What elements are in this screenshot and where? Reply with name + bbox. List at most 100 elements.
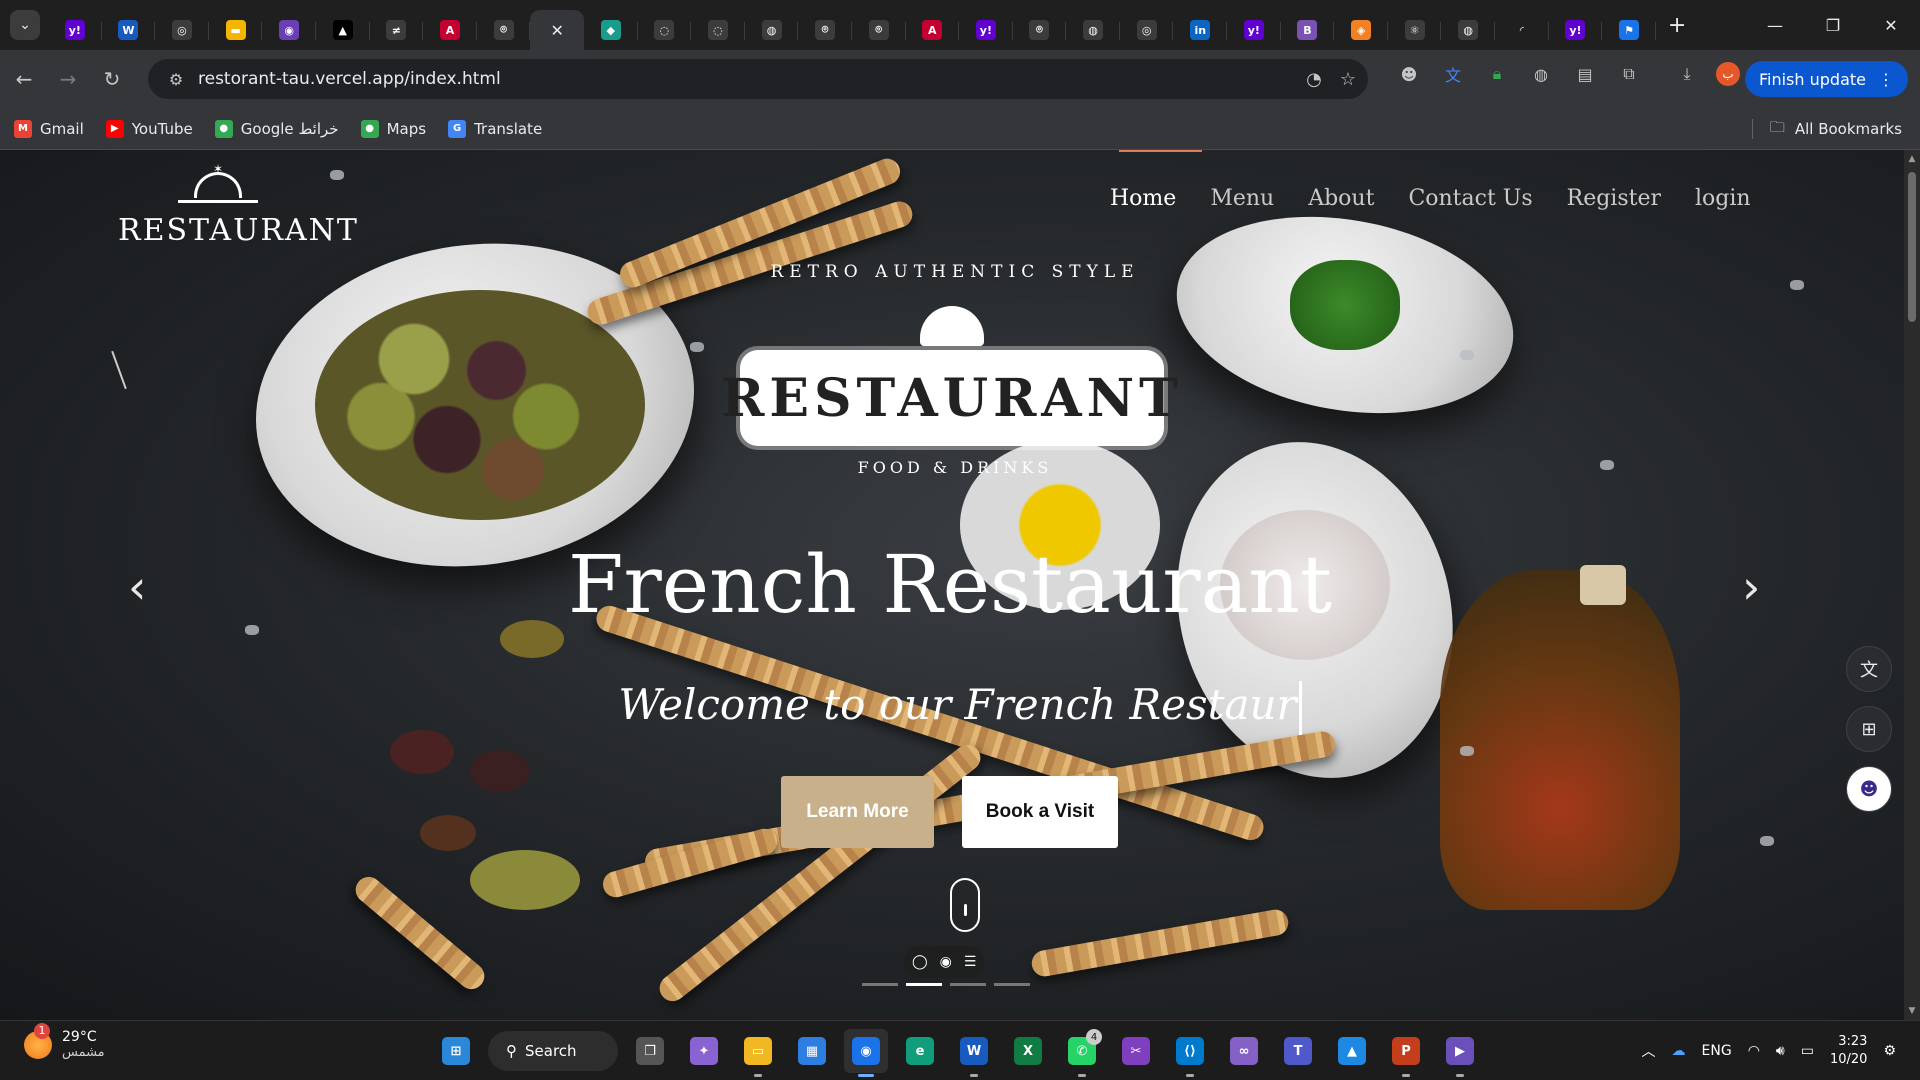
tab[interactable]: ⌾	[1013, 10, 1067, 50]
performance-icon[interactable]: ◔	[1306, 69, 1322, 90]
tab[interactable]: A	[423, 10, 477, 50]
teams-taskbar-button[interactable]: T	[1276, 1029, 1320, 1073]
apps-grid-button[interactable]: ⊞	[1846, 706, 1892, 752]
tab[interactable]: ◍	[745, 10, 799, 50]
globe-extension-icon[interactable]: ◍	[1526, 59, 1556, 89]
back-button[interactable]: ←	[4, 59, 44, 99]
tab[interactable]: y!	[1549, 10, 1603, 50]
learn-more-button[interactable]: Learn More	[781, 776, 934, 848]
battery-icon[interactable]: ▭	[1801, 1043, 1814, 1059]
scroll-thumb[interactable]	[1908, 172, 1916, 322]
settings-icon[interactable]: ⚙	[1883, 1043, 1896, 1059]
close-window-button[interactable]: ✕	[1862, 0, 1920, 50]
scroll-down-icon[interactable]: ▼	[1904, 1006, 1920, 1016]
bookmark-item[interactable]: ● Google خرائط	[214, 119, 339, 138]
excel-taskbar-button[interactable]: X	[1006, 1029, 1050, 1073]
tab[interactable]: ⌾	[852, 10, 906, 50]
bookmark-item[interactable]: M Gmail	[14, 119, 84, 138]
carousel-dot[interactable]	[950, 983, 986, 986]
bookmark-item[interactable]: G Translate	[448, 119, 542, 138]
nav-link-menu[interactable]: Menu	[1210, 186, 1274, 211]
taskbar-search[interactable]: ⚲ Search	[488, 1031, 618, 1071]
site-logo[interactable]: ✶ RESTAURANT	[118, 162, 357, 248]
weather-widget[interactable]: 1 29°C مشمس	[24, 1022, 105, 1060]
tab[interactable]: ⌾	[477, 10, 531, 50]
chevron-up-icon[interactable]: ︿	[1642, 1041, 1656, 1061]
word-taskbar-button[interactable]: W	[952, 1029, 996, 1077]
tab[interactable]: W	[102, 10, 156, 50]
onedrive-icon[interactable]: ☁	[1672, 1043, 1686, 1059]
tab[interactable]: ◈	[1334, 10, 1388, 50]
start-taskbar-button[interactable]: ⊞	[434, 1029, 478, 1073]
address-bar[interactable]: ⚙ restorant-tau.vercel.app/index.html ◔ …	[148, 59, 1368, 99]
carousel-dot[interactable]	[994, 983, 1030, 986]
tab[interactable]: ≠	[370, 10, 424, 50]
restore-button[interactable]: ❐	[1804, 0, 1862, 50]
tab[interactable]: ⌾	[798, 10, 852, 50]
nav-link-contact-us[interactable]: Contact Us	[1408, 186, 1532, 211]
tab-active[interactable]: ✕	[530, 10, 584, 50]
volume-icon[interactable]: 🔊︎	[1776, 1043, 1785, 1059]
tab[interactable]: ◌	[691, 10, 745, 50]
url-text[interactable]: restorant-tau.vercel.app/index.html	[198, 69, 501, 89]
nav-link-about[interactable]: About	[1308, 186, 1374, 211]
tab[interactable]: ◆	[584, 10, 638, 50]
all-bookmarks-button[interactable]: 🗀 All Bookmarks	[1751, 108, 1902, 150]
assistant-bot-button[interactable]: ☻	[1846, 766, 1892, 812]
tab[interactable]: ◎	[155, 10, 209, 50]
tab[interactable]: ◜	[1495, 10, 1549, 50]
bookmark-star-icon[interactable]: ☆	[1340, 69, 1356, 90]
store-taskbar-button[interactable]: ▦	[790, 1029, 834, 1073]
bookmark-item[interactable]: ● Maps	[360, 119, 426, 138]
tab[interactable]: ⚑	[1602, 10, 1656, 50]
scroll-up-icon[interactable]: ▲	[1904, 154, 1920, 164]
whatsapp-taskbar-button[interactable]: ✆ 4	[1060, 1029, 1104, 1077]
book-visit-button[interactable]: Book a Visit	[962, 776, 1118, 848]
clock[interactable]: 3:23 10/20	[1830, 1033, 1867, 1069]
minimize-button[interactable]: —	[1746, 0, 1804, 50]
page-scrollbar[interactable]: ▲ ▼	[1904, 150, 1920, 1020]
puzzle-icon[interactable]: ⧉	[1614, 59, 1644, 89]
site-info-icon[interactable]: ⚙	[158, 59, 194, 99]
finish-update-button[interactable]: Finish update ⋮	[1744, 61, 1908, 97]
nav-link-home[interactable]: Home	[1110, 186, 1176, 211]
forward-button[interactable]: →	[48, 59, 88, 99]
bot-extension-icon[interactable]: ☻	[1394, 59, 1424, 89]
tab-search-button[interactable]: ⌄	[10, 10, 40, 40]
carousel-dot[interactable]	[862, 983, 898, 986]
tab[interactable]: y!	[1227, 10, 1281, 50]
tab[interactable]: ▬	[209, 10, 263, 50]
carousel-dot[interactable]	[906, 983, 942, 986]
new-tab-button[interactable]: +	[1668, 13, 1686, 38]
tab[interactable]: A	[906, 10, 960, 50]
tab[interactable]: y!	[959, 10, 1013, 50]
chrome-taskbar-button[interactable]: ◉	[844, 1029, 888, 1077]
nav-link-login[interactable]: login	[1695, 186, 1751, 211]
translate-extension-icon[interactable]: 文	[1438, 59, 1468, 89]
nav-link-register[interactable]: Register	[1567, 186, 1661, 211]
powerpoint-taskbar-button[interactable]: P	[1384, 1029, 1428, 1077]
profile-avatar[interactable]: ب	[1716, 62, 1740, 86]
translate-page-button[interactable]: 文	[1846, 646, 1892, 692]
tab[interactable]: ◍	[1066, 10, 1120, 50]
tab[interactable]: ◍	[1441, 10, 1495, 50]
language-indicator[interactable]: ENG	[1702, 1043, 1732, 1059]
document-extension-icon[interactable]: ▤	[1570, 59, 1600, 89]
carousel-next-button[interactable]: ›	[1742, 560, 1760, 614]
close-icon[interactable]: ✕	[550, 21, 563, 40]
edge-taskbar-button[interactable]: e	[898, 1029, 942, 1073]
paint-taskbar-button[interactable]: ▲	[1330, 1029, 1374, 1073]
download-icon[interactable]: ⤓	[1672, 59, 1702, 89]
visual-studio-taskbar-button[interactable]: ∞	[1222, 1029, 1266, 1073]
tab[interactable]: ⚛	[1388, 10, 1442, 50]
scroll-down-indicator[interactable]	[950, 878, 980, 932]
tab[interactable]: ◌	[638, 10, 692, 50]
snipping-tool-taskbar-button[interactable]: ✂	[1114, 1029, 1158, 1073]
tab[interactable]: y!	[48, 10, 102, 50]
tab[interactable]: ◎	[1120, 10, 1174, 50]
wifi-icon[interactable]: ◠	[1748, 1043, 1760, 1059]
list-icon[interactable]: ☰	[964, 954, 977, 970]
media-player-taskbar-button[interactable]: ▶	[1438, 1029, 1482, 1077]
file-explorer-taskbar-button[interactable]: ▭	[736, 1029, 780, 1077]
bookmark-item[interactable]: ▶ YouTube	[105, 119, 193, 138]
